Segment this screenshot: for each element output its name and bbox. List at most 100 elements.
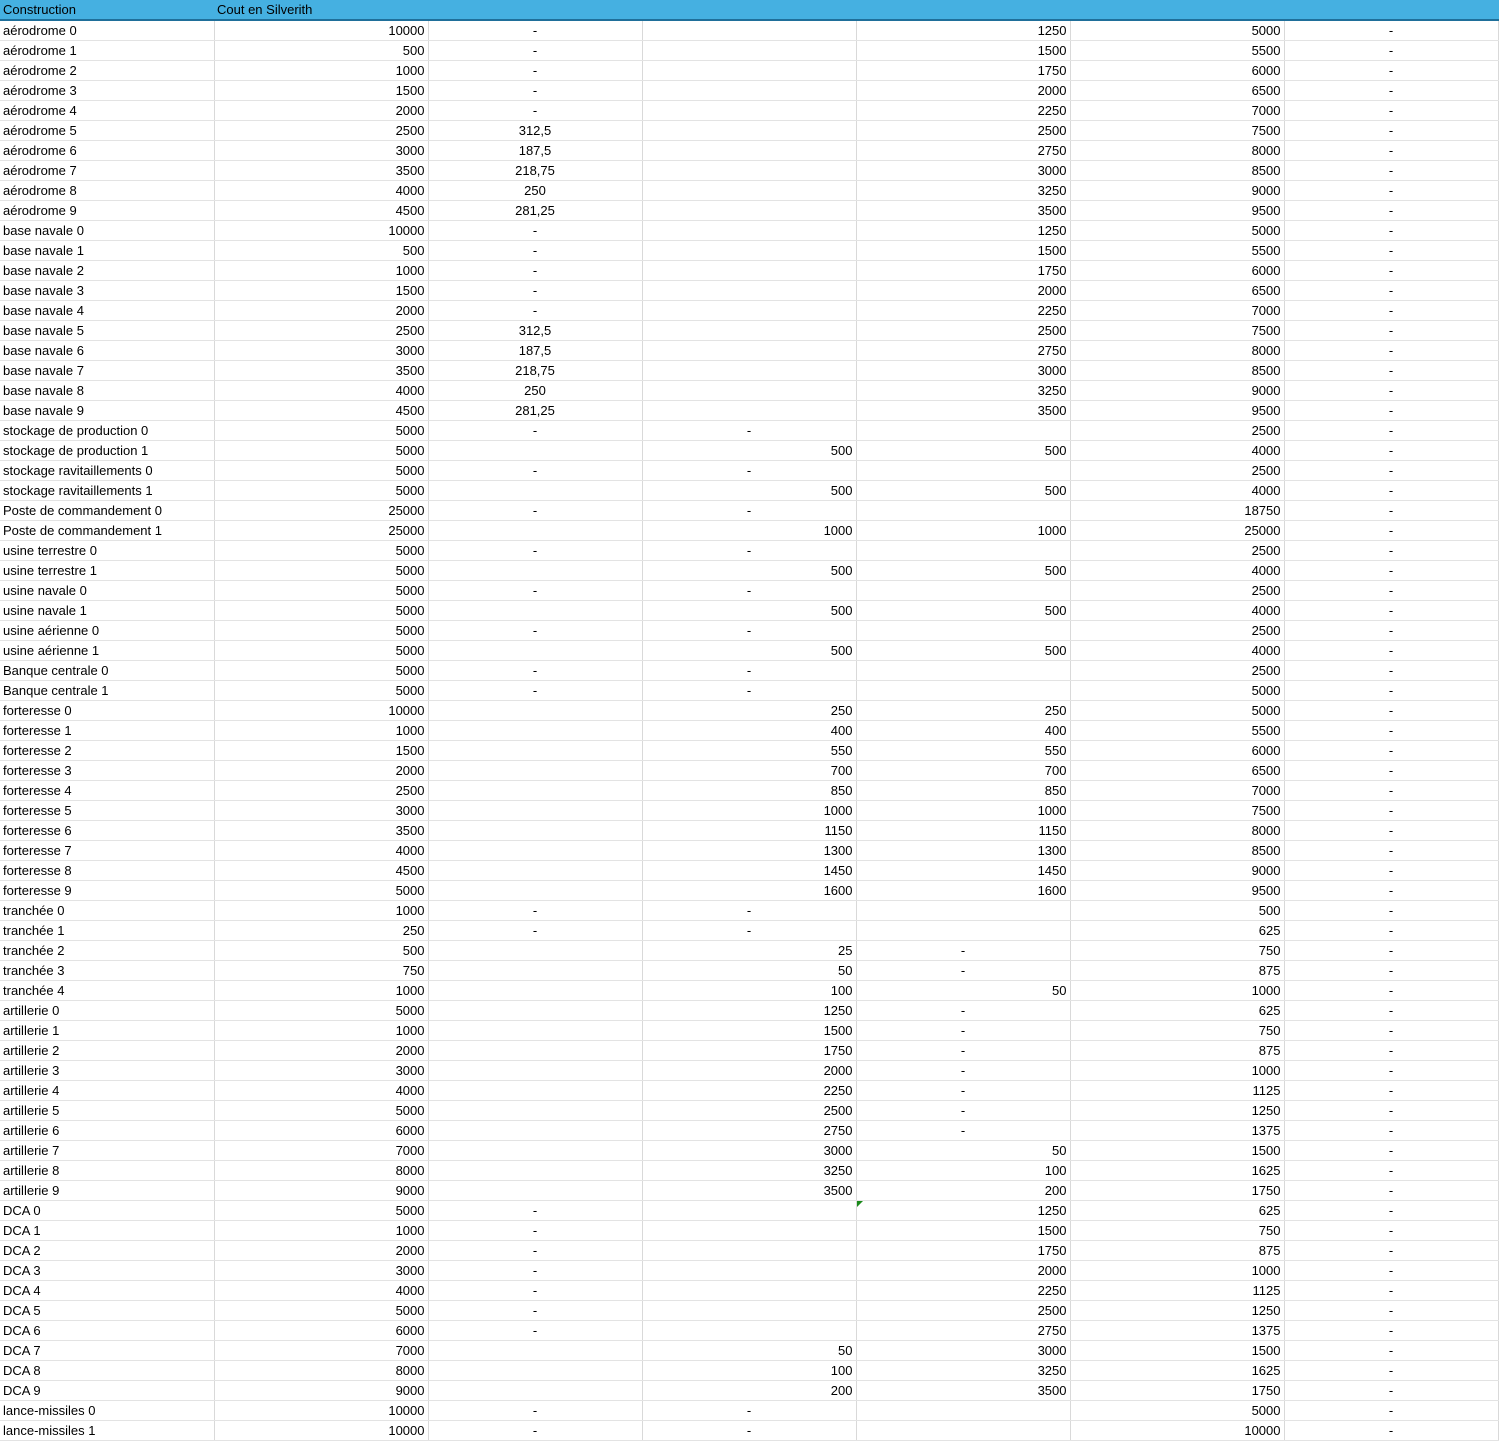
col4-cell[interactable]: 2500 bbox=[642, 1100, 857, 1121]
col4-cell[interactable] bbox=[642, 1240, 857, 1261]
col3-cell[interactable]: - bbox=[428, 900, 643, 921]
col7-cell[interactable]: - bbox=[1284, 820, 1499, 841]
col7-cell[interactable]: - bbox=[1284, 1000, 1499, 1021]
col5-cell[interactable]: 1600 bbox=[856, 880, 1071, 901]
cost-cell[interactable]: 250 bbox=[214, 920, 429, 941]
col4-cell[interactable] bbox=[642, 1280, 857, 1301]
header-col-3[interactable] bbox=[428, 0, 642, 21]
col7-cell[interactable]: - bbox=[1284, 1400, 1499, 1421]
col3-cell[interactable] bbox=[428, 480, 643, 501]
col3-cell[interactable]: - bbox=[428, 540, 643, 561]
construction-cell[interactable]: lance-missiles 1 bbox=[0, 1420, 215, 1441]
col4-cell[interactable] bbox=[642, 1200, 857, 1221]
col7-cell[interactable]: - bbox=[1284, 300, 1499, 321]
construction-cell[interactable]: aérodrome 1 bbox=[0, 40, 215, 61]
cost-cell[interactable]: 3000 bbox=[214, 340, 429, 361]
col7-cell[interactable]: - bbox=[1284, 280, 1499, 301]
col3-cell[interactable]: - bbox=[428, 1240, 643, 1261]
construction-cell[interactable]: base navale 4 bbox=[0, 300, 215, 321]
construction-cell[interactable]: artillerie 7 bbox=[0, 1140, 215, 1161]
col4-cell[interactable]: 1250 bbox=[642, 1000, 857, 1021]
cost-cell[interactable]: 10000 bbox=[214, 220, 429, 241]
col5-cell[interactable]: 3000 bbox=[856, 360, 1071, 381]
construction-cell[interactable]: forteresse 8 bbox=[0, 860, 215, 881]
construction-cell[interactable]: DCA 9 bbox=[0, 1380, 215, 1401]
construction-cell[interactable]: usine terrestre 0 bbox=[0, 540, 215, 561]
col7-cell[interactable]: - bbox=[1284, 1380, 1499, 1401]
col3-cell[interactable]: - bbox=[428, 920, 643, 941]
construction-cell[interactable]: forteresse 1 bbox=[0, 720, 215, 741]
col4-cell[interactable]: 1600 bbox=[642, 880, 857, 901]
col4-cell[interactable]: 500 bbox=[642, 440, 857, 461]
col3-cell[interactable] bbox=[428, 560, 643, 581]
cost-cell[interactable]: 6000 bbox=[214, 1120, 429, 1141]
col7-cell[interactable]: - bbox=[1284, 1360, 1499, 1381]
col3-cell[interactable]: - bbox=[428, 100, 643, 121]
col7-cell[interactable]: - bbox=[1284, 440, 1499, 461]
col5-cell[interactable]: 500 bbox=[856, 640, 1071, 661]
col4-cell[interactable]: - bbox=[642, 620, 857, 641]
col4-cell[interactable]: 1450 bbox=[642, 860, 857, 881]
col3-cell[interactable]: 187,5 bbox=[428, 340, 643, 361]
col4-cell[interactable]: 50 bbox=[642, 960, 857, 981]
col4-cell[interactable]: - bbox=[642, 420, 857, 441]
construction-cell[interactable]: artillerie 4 bbox=[0, 1080, 215, 1101]
col6-cell[interactable]: 1625 bbox=[1070, 1160, 1285, 1181]
col7-cell[interactable]: - bbox=[1284, 1060, 1499, 1081]
col7-cell[interactable]: - bbox=[1284, 1080, 1499, 1101]
col7-cell[interactable]: - bbox=[1284, 20, 1499, 41]
col4-cell[interactable]: 100 bbox=[642, 980, 857, 1001]
col4-cell[interactable]: 100 bbox=[642, 1360, 857, 1381]
col6-cell[interactable]: 875 bbox=[1070, 1040, 1285, 1061]
col7-cell[interactable]: - bbox=[1284, 1020, 1499, 1041]
col3-cell[interactable]: 312,5 bbox=[428, 320, 643, 341]
col3-cell[interactable]: 250 bbox=[428, 380, 643, 401]
construction-cell[interactable]: aérodrome 8 bbox=[0, 180, 215, 201]
col6-cell[interactable]: 1500 bbox=[1070, 1340, 1285, 1361]
col3-cell[interactable] bbox=[428, 760, 643, 781]
col3-cell[interactable] bbox=[428, 440, 643, 461]
col5-cell[interactable]: 3250 bbox=[856, 180, 1071, 201]
col4-cell[interactable]: 1150 bbox=[642, 820, 857, 841]
col3-cell[interactable] bbox=[428, 1340, 643, 1361]
col4-cell[interactable]: 200 bbox=[642, 1380, 857, 1401]
cost-cell[interactable]: 4000 bbox=[214, 840, 429, 861]
construction-cell[interactable]: DCA 4 bbox=[0, 1280, 215, 1301]
col5-cell[interactable]: - bbox=[856, 1060, 1071, 1081]
col7-cell[interactable]: - bbox=[1284, 520, 1499, 541]
col4-cell[interactable]: - bbox=[642, 540, 857, 561]
col6-cell[interactable]: 5500 bbox=[1070, 40, 1285, 61]
col4-cell[interactable]: - bbox=[642, 920, 857, 941]
cost-cell[interactable]: 2000 bbox=[214, 1040, 429, 1061]
col7-cell[interactable]: - bbox=[1284, 1280, 1499, 1301]
col3-cell[interactable]: - bbox=[428, 280, 643, 301]
construction-cell[interactable]: aérodrome 0 bbox=[0, 20, 215, 41]
cost-cell[interactable]: 2000 bbox=[214, 1240, 429, 1261]
col6-cell[interactable]: 2500 bbox=[1070, 620, 1285, 641]
col5-cell[interactable] bbox=[856, 460, 1071, 481]
col6-cell[interactable]: 6000 bbox=[1070, 60, 1285, 81]
col6-cell[interactable]: 1375 bbox=[1070, 1320, 1285, 1341]
construction-cell[interactable]: artillerie 9 bbox=[0, 1180, 215, 1201]
col5-cell[interactable]: 100 bbox=[856, 1160, 1071, 1181]
col3-cell[interactable]: - bbox=[428, 1200, 643, 1221]
col3-cell[interactable] bbox=[428, 1140, 643, 1161]
col4-cell[interactable]: 550 bbox=[642, 740, 857, 761]
col6-cell[interactable]: 1250 bbox=[1070, 1100, 1285, 1121]
col5-cell[interactable]: - bbox=[856, 1040, 1071, 1061]
col7-cell[interactable]: - bbox=[1284, 100, 1499, 121]
col4-cell[interactable] bbox=[642, 1300, 857, 1321]
header-construction[interactable]: Construction bbox=[0, 0, 214, 21]
construction-cell[interactable]: stockage ravitaillements 0 bbox=[0, 460, 215, 481]
col7-cell[interactable]: - bbox=[1284, 940, 1499, 961]
col5-cell[interactable]: 2000 bbox=[856, 1260, 1071, 1281]
col7-cell[interactable]: - bbox=[1284, 1200, 1499, 1221]
col5-cell[interactable]: 500 bbox=[856, 440, 1071, 461]
construction-cell[interactable]: usine navale 1 bbox=[0, 600, 215, 621]
col5-cell[interactable]: 1250 bbox=[856, 1200, 1071, 1221]
col4-cell[interactable]: - bbox=[642, 460, 857, 481]
col5-cell[interactable]: 2500 bbox=[856, 1300, 1071, 1321]
col4-cell[interactable]: 3250 bbox=[642, 1160, 857, 1181]
col3-cell[interactable]: 250 bbox=[428, 180, 643, 201]
col6-cell[interactable]: 5500 bbox=[1070, 720, 1285, 741]
